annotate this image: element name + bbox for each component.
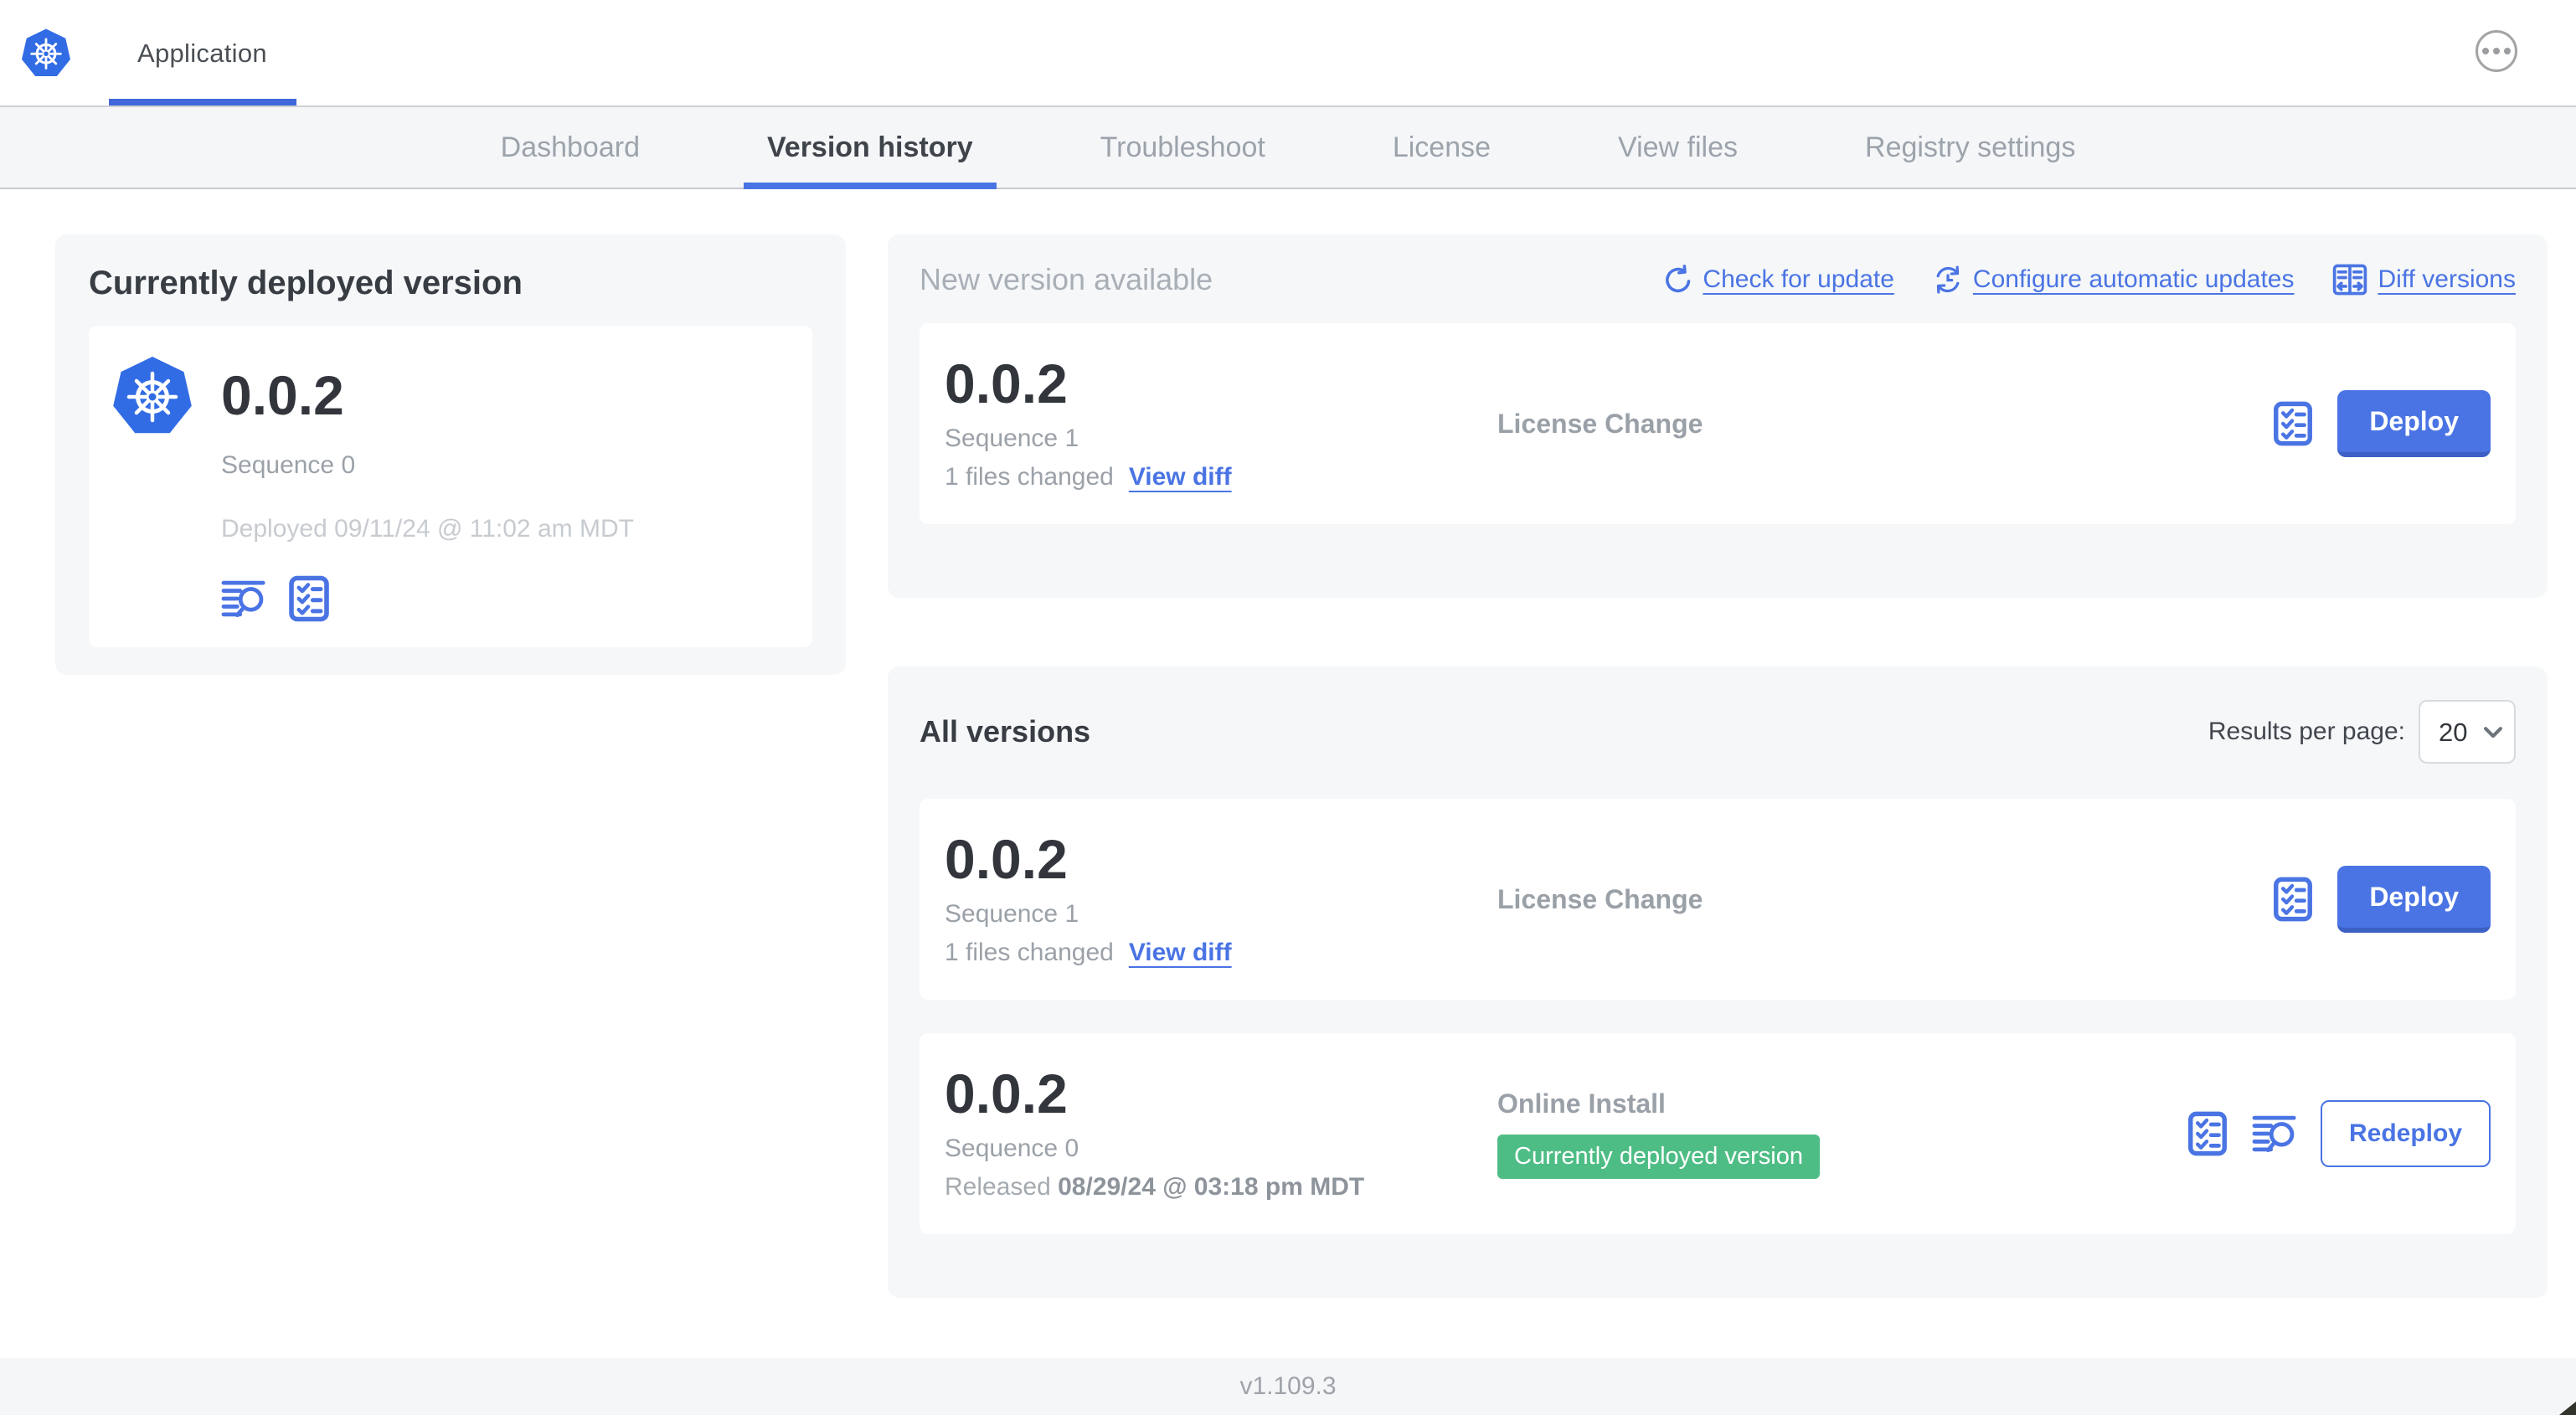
preflight-checks-icon bbox=[2272, 877, 2314, 922]
console-version: v1.109.3 bbox=[1239, 1372, 1337, 1400]
results-per-page-select[interactable]: 20 bbox=[2419, 700, 2516, 764]
row-sequence: Sequence 1 bbox=[945, 424, 1079, 452]
diff-versions-link[interactable]: Diff versions bbox=[2332, 264, 2516, 296]
view-logs-icon bbox=[221, 579, 266, 619]
refresh-icon bbox=[1666, 265, 1691, 293]
files-changed-text: 1 files changed bbox=[945, 463, 1114, 491]
tab-dashboard[interactable]: Dashboard bbox=[477, 107, 663, 188]
tab-version-history[interactable]: Version history bbox=[743, 107, 997, 189]
current-deployed-timestamp: Deployed 09/11/24 @ 11:02 am MDT bbox=[221, 515, 634, 543]
version-source-label: Online Install bbox=[1497, 1088, 1666, 1119]
app-footer: v1.109.3 bbox=[0, 1358, 2576, 1415]
more-options-button[interactable] bbox=[2476, 30, 2517, 72]
current-version-number: 0.0.2 bbox=[221, 364, 344, 426]
row-version-number: 0.0.2 bbox=[945, 352, 1068, 414]
currently-deployed-badge: Currently deployed version bbox=[1497, 1135, 1820, 1179]
ellipsis-icon bbox=[2482, 48, 2489, 54]
kubernetes-logo-icon bbox=[20, 27, 72, 78]
configure-automatic-updates-link[interactable]: Configure automatic updates bbox=[1933, 265, 2294, 295]
deploy-button[interactable]: Deploy bbox=[2337, 390, 2491, 457]
new-version-section: New version available Check for update C… bbox=[888, 234, 2548, 598]
preflight-checks-icon bbox=[2272, 401, 2314, 446]
tab-view-files[interactable]: View files bbox=[1595, 107, 1761, 188]
all-versions-section: All versions Results per page: 20 0.0.2 … bbox=[888, 666, 2548, 1298]
app-header: Application bbox=[0, 0, 2576, 107]
preflight-checks-button[interactable] bbox=[2272, 877, 2314, 922]
currently-deployed-card: 0.0.2 Sequence 0 Deployed 09/11/24 @ 11:… bbox=[89, 326, 812, 647]
view-diff-link[interactable]: View diff bbox=[1129, 939, 1232, 967]
kubernetes-app-icon bbox=[111, 351, 194, 440]
row-released-timestamp: Released 08/29/24 @ 03:18 pm MDT bbox=[945, 1173, 1365, 1201]
current-sequence: Sequence 0 bbox=[221, 451, 356, 479]
app-tab[interactable]: Application bbox=[109, 0, 296, 105]
currently-deployed-panel: Currently deployed version 0.0.2 Sequenc… bbox=[55, 234, 846, 675]
results-per-page-label: Results per page: bbox=[2208, 718, 2405, 745]
diff-versions-icon bbox=[2333, 264, 2367, 296]
version-row: 0.0.2 Sequence 0 Released 08/29/24 @ 03:… bbox=[920, 1033, 2516, 1234]
all-versions-title: All versions bbox=[920, 714, 1091, 749]
preflight-checks-button[interactable] bbox=[288, 575, 330, 622]
preflight-checks-icon bbox=[2187, 1111, 2228, 1156]
tab-license[interactable]: License bbox=[1369, 107, 1514, 188]
view-logs-button[interactable] bbox=[221, 579, 266, 619]
view-logs-button[interactable] bbox=[2252, 1114, 2297, 1154]
schedule-update-icon bbox=[1936, 265, 1960, 294]
tab-registry-settings[interactable]: Registry settings bbox=[1842, 107, 2099, 188]
preflight-checks-button[interactable] bbox=[2272, 401, 2314, 446]
subnav: Dashboard Version history Troubleshoot L… bbox=[0, 107, 2576, 189]
version-row: 0.0.2 Sequence 1 1 files changed View di… bbox=[920, 799, 2516, 1000]
preflight-checks-icon bbox=[288, 575, 330, 622]
new-version-heading: New version available bbox=[920, 262, 1213, 296]
check-for-update-link[interactable]: Check for update bbox=[1662, 265, 1894, 295]
row-sequence: Sequence 0 bbox=[945, 1135, 1079, 1162]
view-diff-link[interactable]: View diff bbox=[1129, 463, 1232, 491]
row-version-number: 0.0.2 bbox=[945, 828, 1068, 890]
preflight-checks-button[interactable] bbox=[2187, 1111, 2228, 1156]
active-app-underline bbox=[109, 99, 296, 105]
row-version-number: 0.0.2 bbox=[945, 1063, 1068, 1124]
row-sequence: Sequence 1 bbox=[945, 900, 1079, 928]
version-source-label: License Change bbox=[1497, 408, 1703, 439]
tab-troubleshoot[interactable]: Troubleshoot bbox=[1077, 107, 1289, 188]
currently-deployed-title: Currently deployed version bbox=[89, 265, 523, 301]
results-per-page-select-wrap: 20 bbox=[2419, 700, 2516, 764]
version-source-label: License Change bbox=[1497, 883, 1703, 914]
deploy-button[interactable]: Deploy bbox=[2337, 866, 2491, 933]
view-logs-icon bbox=[2252, 1114, 2297, 1154]
files-changed-text: 1 files changed bbox=[945, 939, 1114, 966]
redeploy-button[interactable]: Redeploy bbox=[2320, 1100, 2491, 1167]
app-title: Application bbox=[137, 39, 267, 68]
new-version-row: 0.0.2 Sequence 1 1 files changed View di… bbox=[920, 323, 2516, 524]
